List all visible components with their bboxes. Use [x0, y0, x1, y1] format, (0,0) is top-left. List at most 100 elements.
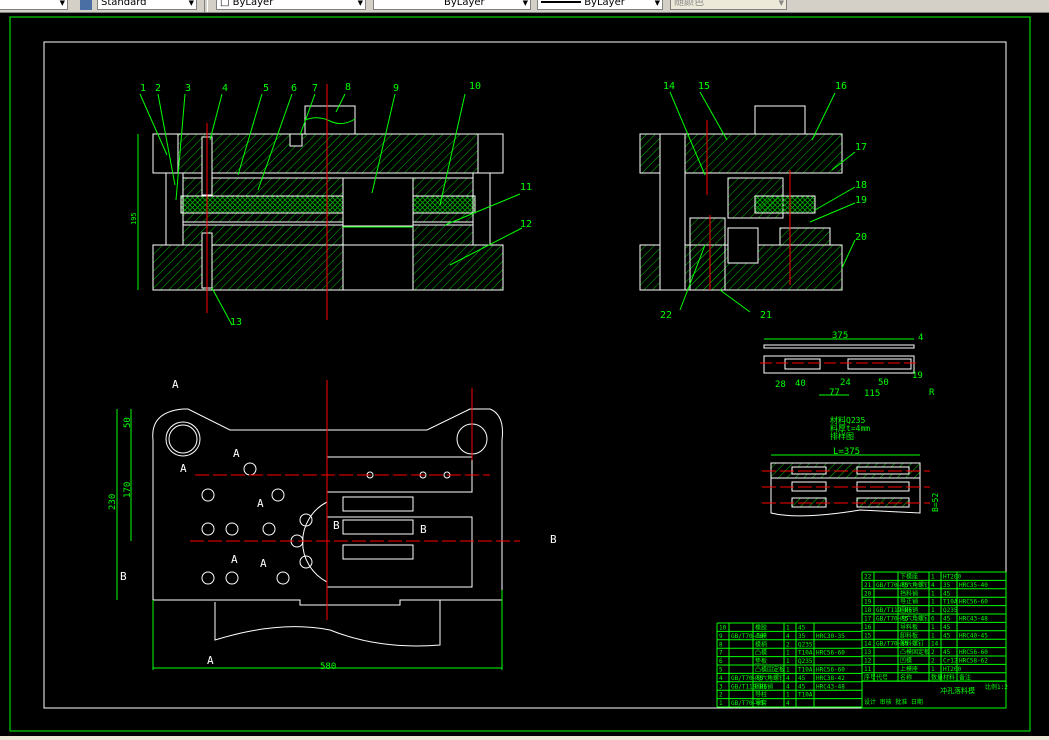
table-cell: 4 — [931, 582, 935, 589]
table-cell: 19 — [864, 599, 872, 606]
table-cell: 3 — [719, 683, 723, 690]
part-label: 3 — [185, 83, 191, 94]
linetype-combo[interactable]: ByLayer ▼ — [373, 0, 531, 10]
table-cell: 4 — [719, 675, 723, 682]
table-cell: 2 — [931, 649, 935, 656]
cad-drawing: 1 2 3 4 5 6 7 8 9 10 11 12 13 195 14 15 … — [9, 16, 1031, 732]
section-label: B — [120, 570, 127, 583]
part-label: 9 — [393, 83, 399, 94]
title-block-text: 22 下模座 1 HT20021 GB/T70-85内六角螺钉 4 35 HRC35-4020… — [719, 573, 1008, 708]
table-cell: 凸模 — [755, 649, 767, 657]
text-style-combo[interactable]: Standard ▼ — [97, 0, 197, 10]
part-label: 18 — [855, 180, 867, 191]
table-cell: 5 — [719, 667, 723, 674]
table-cell: T10A — [943, 599, 958, 606]
layout-note: 排样图 — [830, 431, 854, 441]
outer-border — [9, 16, 1031, 732]
layer-combo[interactable]: □ ByLayer ▼ — [216, 0, 366, 10]
table-cell: Q235 — [943, 607, 958, 614]
table-cell: 内六角螺钉 — [900, 615, 930, 623]
section-label: B — [420, 523, 427, 536]
table-cell: T10A — [798, 692, 813, 699]
table-cell: 11 — [864, 666, 872, 673]
table-cell: 6 — [931, 616, 935, 623]
table-cell: HRC38-42 — [816, 675, 845, 682]
table-cell: 17 — [864, 616, 872, 623]
scale-label: 比例 — [985, 683, 997, 691]
table-cell: 挡料销 — [900, 589, 918, 597]
part-label: 21 — [760, 310, 772, 321]
table-cell: 14 — [931, 641, 939, 648]
section-label: A — [207, 654, 214, 667]
dim-style-combo[interactable]: 25▼ — [0, 0, 68, 10]
part-label: 5 — [263, 83, 269, 94]
table-cell: T10A — [798, 667, 813, 674]
table-cell: 圆柱销 — [900, 606, 918, 614]
part-label: 19 — [855, 195, 867, 206]
table-cell: HRC56-60 — [816, 650, 845, 657]
side-section-view — [639, 105, 843, 291]
dim-text: 19 — [912, 371, 923, 381]
dim-text: 77 — [829, 388, 840, 398]
table-cell: HRC43-48 — [816, 683, 845, 690]
table-cell: 导正销 — [900, 598, 918, 606]
table-cell: 45 — [943, 624, 951, 631]
chevron-down-icon: ▼ — [654, 0, 660, 7]
table-cell: 1 — [931, 590, 935, 597]
table-cell: 1 — [931, 666, 935, 673]
part-label: 20 — [855, 232, 867, 243]
table-cell: 内六角螺钉 — [755, 674, 785, 682]
table-cell: 1 — [931, 632, 935, 639]
table-cell: 4 — [786, 700, 790, 707]
section-markers: A A A A A A A B B B B — [120, 378, 557, 667]
table-cell: 12 — [864, 658, 872, 665]
lineweight-combo[interactable]: ByLayer ▼ — [537, 0, 663, 10]
part-label: 10 — [469, 81, 481, 92]
width-dim: 580 — [320, 662, 336, 672]
text-style-icon[interactable] — [80, 0, 92, 10]
table-cell: 1 — [931, 607, 935, 614]
table-cell: 1 — [719, 700, 723, 707]
plan-view — [152, 408, 503, 647]
table-cell: 凸模 — [755, 632, 767, 640]
table-cell: 45 — [943, 649, 951, 656]
plot-style-combo[interactable]: 随颜色 ▼ — [670, 0, 787, 10]
lineweight-value: ByLayer — [584, 0, 625, 8]
dim-text: 115 — [864, 389, 880, 399]
table-cell: T10A — [798, 650, 813, 657]
table-cell: 14 — [864, 641, 872, 648]
table-cell: 1 — [786, 658, 790, 665]
part-label: 22 — [660, 310, 672, 321]
table-cell: 2 — [786, 641, 790, 648]
table-cell: 凸模固定板 — [900, 648, 930, 656]
table-cell: 内六角螺钉 — [900, 581, 930, 589]
dim-text: 24 — [840, 378, 851, 388]
strip-length-dim: L=375 — [833, 447, 860, 457]
table-cell: 16 — [864, 624, 872, 631]
dim-text: 28 — [775, 380, 786, 390]
plan-dimension-lines — [116, 409, 503, 670]
table-cell: 21 — [864, 582, 872, 589]
dim-text: R — [929, 388, 935, 398]
table-cell: Q235 — [798, 641, 813, 648]
drawing-title: 冲孔落料模 — [940, 686, 975, 695]
linetype-value: ByLayer — [444, 0, 485, 8]
table-cell: 1 — [931, 624, 935, 631]
chevron-down-icon: ▼ — [522, 0, 528, 7]
lineweight-sample — [541, 1, 581, 3]
table-cell: 45 — [798, 675, 806, 682]
table-cell: 10 — [719, 625, 727, 632]
table-cell: HRC35-40 — [959, 582, 988, 589]
table-cell: HRC43-48 — [959, 616, 988, 623]
table-cell: 9 — [719, 633, 723, 640]
table-cell: 代号 — [876, 673, 888, 681]
drawing-canvas[interactable]: 1 2 3 4 5 6 7 8 9 10 11 12 13 195 14 15 … — [0, 13, 1049, 736]
table-cell: 模柄 — [755, 640, 767, 648]
section-label: A — [260, 557, 267, 570]
table-cell: 35 — [798, 633, 806, 640]
section-label: A — [180, 462, 187, 475]
toolbar-separator — [204, 0, 208, 12]
chevron-down-icon: ▼ — [188, 0, 194, 7]
section-label: B — [333, 519, 340, 532]
table-cell: 8 — [719, 641, 723, 648]
